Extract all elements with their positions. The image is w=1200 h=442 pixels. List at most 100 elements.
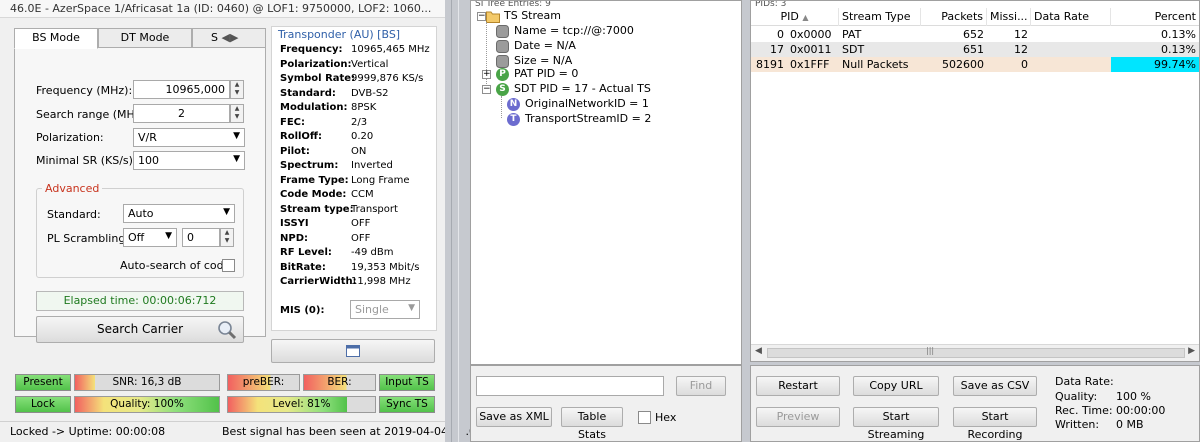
transponder-row: Modulation: 8PSK bbox=[280, 102, 440, 116]
transponder-key: Stream type: bbox=[280, 203, 354, 215]
transponder-key: ISSYI bbox=[280, 218, 309, 229]
pl-scrambling-spinner[interactable]: ▲ ▼ bbox=[220, 228, 234, 247]
hex-checkbox[interactable] bbox=[638, 411, 651, 424]
advanced-title: Advanced bbox=[42, 182, 103, 195]
cell-pid: 17 bbox=[770, 43, 784, 56]
written-label: Written: bbox=[1055, 418, 1100, 431]
pl-scrambling-label: PL Scrambling: bbox=[47, 232, 130, 245]
tree-root[interactable]: TS Stream bbox=[504, 8, 561, 24]
standard-select[interactable]: Auto ▼ bbox=[123, 204, 235, 223]
cell-pid: 8191 bbox=[756, 58, 784, 71]
cell-missing: 12 bbox=[1014, 28, 1028, 41]
transponder-value: OFF bbox=[351, 218, 371, 229]
search-carrier-button[interactable]: Search Carrier bbox=[36, 316, 244, 343]
transponder-key: Frequency: bbox=[280, 44, 343, 55]
si-tree-pane[interactable]: SI Tree Entries: 9 bbox=[470, 0, 742, 365]
frequency-input[interactable]: 10965,000 bbox=[133, 80, 230, 99]
find-input[interactable] bbox=[476, 376, 664, 396]
polarization-select[interactable]: V/R ▼ bbox=[133, 128, 245, 147]
cell-packets: 651 bbox=[963, 43, 984, 56]
auto-search-checkbox[interactable] bbox=[222, 259, 235, 272]
tree-item-network-id[interactable]: OriginalNetworkID = 1 bbox=[525, 96, 649, 112]
transponder-value: 10965,465 MHz bbox=[351, 44, 430, 55]
search-range-spinner[interactable]: ▲ ▼ bbox=[230, 104, 244, 123]
col-data-rate[interactable]: Data Rate bbox=[1031, 8, 1111, 26]
chevron-down-icon: ▼ bbox=[233, 154, 240, 164]
pl-scrambling-select[interactable]: Off ▼ bbox=[123, 228, 177, 247]
col-percent[interactable]: Percent bbox=[1111, 8, 1199, 26]
spectrum-button[interactable] bbox=[271, 339, 435, 363]
col-pid[interactable]: PID ▲ bbox=[751, 8, 839, 26]
col-missing[interactable]: Missi... bbox=[987, 8, 1031, 26]
quality-label: Quality: bbox=[1055, 390, 1098, 403]
transponder-row: Stream type: Transport bbox=[280, 204, 440, 218]
expand-icon[interactable]: + bbox=[482, 70, 491, 79]
input-ts-indicator: Input TS bbox=[379, 374, 435, 391]
tree-item-pat[interactable]: PAT PID = 0 bbox=[514, 66, 578, 82]
preview-button[interactable]: Preview bbox=[756, 407, 840, 427]
pl-scrambling-number[interactable]: 0 bbox=[182, 228, 220, 247]
transponder-value: Vertical bbox=[351, 58, 389, 70]
property-icon bbox=[496, 25, 509, 38]
restart-button[interactable]: Restart bbox=[756, 376, 840, 396]
tree-item-date[interactable]: Date = N/A bbox=[514, 38, 576, 54]
cell-percent: 99.74% bbox=[1111, 57, 1199, 72]
transponder-value: -49 dBm bbox=[351, 247, 394, 258]
transponder-row: Pilot: ON bbox=[280, 146, 440, 160]
transponder-key: Polarization: bbox=[280, 58, 352, 70]
transponder-row: CarrierWidth: 11,998 MHz bbox=[280, 276, 440, 290]
tree-item-name[interactable]: Name = tcp://@:7000 bbox=[514, 23, 634, 39]
cell-pid: 0 bbox=[777, 28, 784, 41]
present-indicator: Present bbox=[15, 374, 71, 391]
transponder-row: NPD: OFF bbox=[280, 233, 440, 247]
cell-packets: 502600 bbox=[942, 58, 984, 71]
table-row[interactable]: 17 0x0011 SDT 651 12 0.13% bbox=[751, 42, 1199, 57]
cell-type: PAT bbox=[842, 28, 862, 41]
start-recording-button[interactable]: Start Recording bbox=[953, 407, 1037, 441]
transponder-key: Code Mode: bbox=[280, 189, 347, 200]
transponder-row: Standard: DVB-S2 bbox=[280, 88, 440, 102]
scroll-right-icon[interactable]: ▶ bbox=[1188, 346, 1195, 356]
transponder-row: FEC: 2/3 bbox=[280, 117, 440, 131]
scroll-thumb[interactable] bbox=[767, 348, 1185, 358]
transponder-row: RF Level: -49 dBm bbox=[280, 247, 440, 261]
col-packets[interactable]: Packets bbox=[921, 8, 987, 26]
transponder-value: Inverted bbox=[351, 160, 393, 171]
transponder-key: Symbol Rate: bbox=[280, 73, 356, 84]
horizontal-scrollbar[interactable]: ◀ ||| ▶ bbox=[751, 344, 1199, 361]
minimal-sr-select[interactable]: 100 ▼ bbox=[133, 151, 245, 170]
transponder-row: Spectrum: Inverted bbox=[280, 160, 440, 174]
lock-indicator: Lock bbox=[15, 396, 71, 413]
table-row[interactable]: 8191 0x1FFF Null Packets 502600 0 99.74% bbox=[751, 57, 1199, 72]
table-row[interactable]: 0 0x0000 PAT 652 12 0.13% bbox=[751, 27, 1199, 42]
search-range-input[interactable]: 2 bbox=[133, 104, 230, 123]
table-stats-button[interactable]: Table Stats bbox=[561, 407, 623, 441]
scroll-left-icon[interactable]: ◀ bbox=[755, 346, 762, 356]
mis-label: MIS (0): bbox=[280, 305, 325, 316]
collapse-icon[interactable]: − bbox=[477, 12, 486, 21]
tab-s-mode[interactable]: S ◀▶ bbox=[192, 28, 266, 48]
cell-type: SDT bbox=[842, 43, 865, 56]
start-streaming-button[interactable]: Start Streaming bbox=[853, 407, 939, 441]
property-icon bbox=[496, 55, 509, 68]
tab-bs-mode[interactable]: BS Mode bbox=[14, 28, 98, 49]
col-stream-type[interactable]: Stream Type bbox=[839, 8, 921, 26]
preber-bar: preBER: 0,00... bbox=[227, 374, 300, 391]
copy-url-button[interactable]: Copy URL bbox=[853, 376, 939, 396]
transponder-row: ISSYI OFF bbox=[280, 218, 440, 232]
transponder-key: CarrierWidth: bbox=[280, 276, 357, 287]
find-button[interactable]: Find bbox=[676, 376, 726, 396]
tab-dt-mode[interactable]: DT Mode bbox=[98, 28, 192, 48]
transponder-value: 9999,876 KS/s bbox=[351, 73, 424, 84]
transponder-key: NPD: bbox=[280, 232, 308, 244]
transponder-row: Frequency: 10965,465 MHz bbox=[280, 44, 440, 58]
save-xml-button[interactable]: Save as XML bbox=[476, 407, 552, 427]
collapse-icon[interactable]: − bbox=[482, 85, 491, 94]
mis-select[interactable]: Single ▼ bbox=[350, 300, 420, 319]
frequency-spinner[interactable]: ▲ ▼ bbox=[230, 80, 244, 99]
tree-item-sdt[interactable]: SDT PID = 17 - Actual TS bbox=[514, 81, 651, 97]
hex-label: Hex bbox=[655, 411, 677, 424]
sync-ts-indicator: Sync TS bbox=[379, 396, 435, 413]
save-csv-button[interactable]: Save as CSV bbox=[953, 376, 1037, 396]
tree-item-stream-id[interactable]: TransportStreamID = 2 bbox=[525, 111, 651, 127]
